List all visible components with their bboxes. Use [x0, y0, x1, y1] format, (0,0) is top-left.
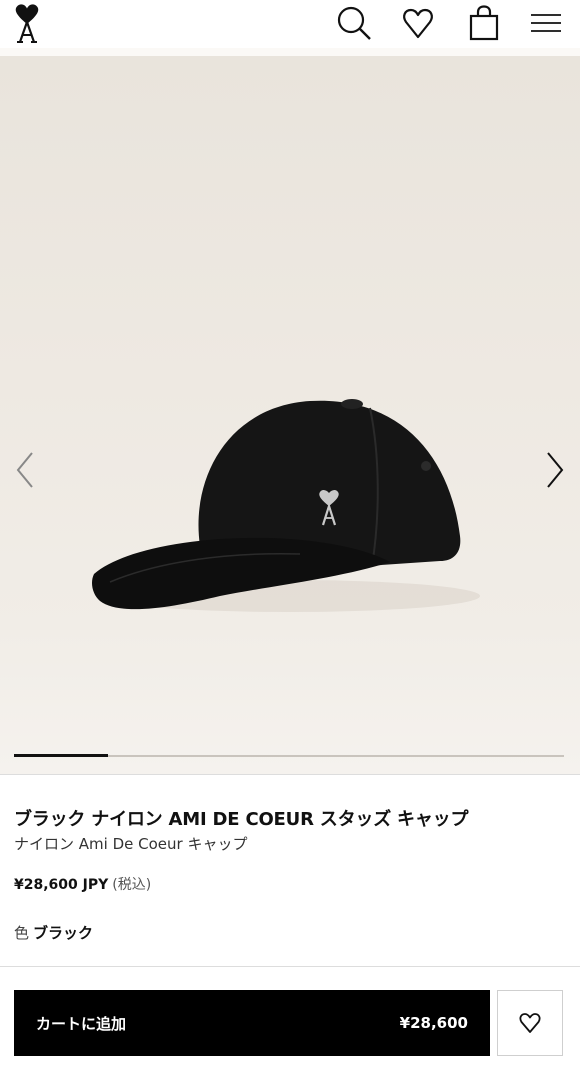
- heart-icon: [519, 1013, 541, 1033]
- color-label: 色: [14, 924, 30, 942]
- previous-image-button[interactable]: [10, 448, 40, 492]
- search-icon[interactable]: [334, 4, 374, 42]
- product-image-cap: [92, 399, 480, 612]
- heart-icon[interactable]: [398, 4, 438, 42]
- add-to-cart-button[interactable]: カートに追加 ¥28,600: [14, 990, 490, 1056]
- product-info-panel: ブラック ナイロン AMI DE COEUR スタッズ キャップ ナイロン Am…: [0, 774, 580, 1080]
- product-subtitle: ナイロン Ami De Coeur キャップ: [14, 835, 248, 853]
- ami-logo-icon[interactable]: [12, 2, 42, 44]
- top-header: [0, 0, 580, 48]
- add-to-wishlist-button[interactable]: [497, 990, 563, 1056]
- product-price: ¥28,600 JPY (税込): [14, 874, 151, 894]
- divider: [0, 966, 580, 967]
- product-image-gallery[interactable]: [0, 56, 580, 774]
- shopping-bag-icon[interactable]: [464, 4, 504, 42]
- hamburger-menu-icon[interactable]: [526, 4, 566, 42]
- product-title: ブラック ナイロン AMI DE COEUR スタッズ キャップ: [14, 809, 469, 830]
- add-to-cart-label: カートに追加: [36, 1014, 127, 1033]
- gallery-progress-fill: [14, 754, 108, 757]
- next-image-button[interactable]: [540, 448, 570, 492]
- tax-note: (税込): [112, 877, 152, 893]
- price-value: ¥28,600 JPY: [14, 877, 109, 893]
- gallery-progress-bar: [14, 754, 564, 757]
- color-selector[interactable]: 色ブラック: [14, 922, 93, 943]
- chevron-right-icon: [547, 452, 564, 488]
- add-to-cart-price: ¥28,600: [399, 1014, 468, 1032]
- chevron-left-icon: [16, 452, 33, 488]
- color-value: ブラック: [33, 924, 94, 942]
